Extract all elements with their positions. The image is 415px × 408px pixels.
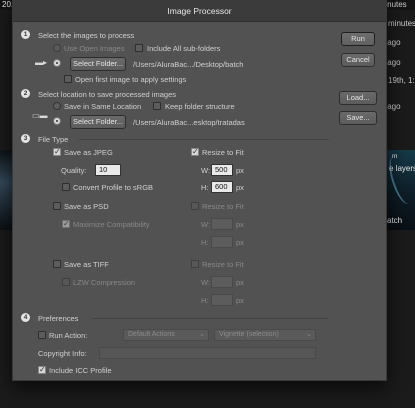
jpeg-width-unit: px bbox=[236, 166, 244, 175]
use-open-images-label: Use Open Images bbox=[64, 44, 125, 53]
convert-srgb-label: Convert Profile to sRGB bbox=[73, 183, 154, 192]
tiff-resize-checkbox[interactable] bbox=[191, 260, 199, 268]
jpeg-width-input[interactable]: 500 bbox=[211, 164, 233, 176]
psd-height-unit: px bbox=[236, 238, 244, 247]
maximize-compatibility-checkbox[interactable] bbox=[62, 219, 70, 228]
image-stack-icon: ▬▸ bbox=[35, 58, 48, 67]
action-name-value: Vignette (selection) bbox=[219, 331, 279, 338]
include-icc-profile-label: Include ICC Profile bbox=[49, 366, 112, 375]
action-set-value: Default Actions bbox=[128, 331, 175, 338]
open-first-image-label: Open first image to apply settings bbox=[75, 75, 187, 84]
background-text: rn bbox=[392, 154, 398, 160]
psd-resize-checkbox[interactable] bbox=[191, 202, 199, 210]
jpeg-resize-label: Resize to Fit bbox=[202, 148, 244, 157]
lzw-compression-checkbox[interactable] bbox=[62, 278, 70, 286]
quality-label: Quality: bbox=[61, 166, 87, 175]
save-as-jpeg-checkbox[interactable] bbox=[53, 147, 61, 156]
save-as-jpeg-label: Save as JPEG bbox=[64, 148, 113, 157]
lzw-compression-label: LZW Compression bbox=[73, 278, 136, 287]
destination-folder-path: /Users/AluraBac...esktop/tratadas bbox=[133, 118, 245, 127]
source-folder-radio[interactable] bbox=[53, 59, 61, 67]
run-action-checkbox[interactable] bbox=[38, 331, 46, 339]
step-number-4: 4 bbox=[21, 313, 30, 322]
action-set-select[interactable]: Default Actions ⌄ bbox=[123, 329, 209, 341]
chevron-down-icon: ⌄ bbox=[199, 331, 205, 338]
section2-title: Select location to save processed images bbox=[38, 90, 176, 99]
jpeg-resize-checkbox[interactable] bbox=[191, 147, 199, 156]
use-open-images-radio[interactable] bbox=[53, 44, 61, 52]
save-same-location-label: Save in Same Location bbox=[64, 102, 142, 111]
save-as-tiff-label: Save as TIFF bbox=[64, 260, 109, 269]
run-action-label: Run Action: bbox=[49, 331, 88, 340]
psd-height-input[interactable] bbox=[211, 236, 233, 248]
include-subfolders-checkbox[interactable] bbox=[135, 44, 143, 52]
source-select-folder-button[interactable]: Select Folder... bbox=[70, 57, 126, 71]
copyright-info-input[interactable] bbox=[99, 347, 316, 359]
jpeg-height-unit: px bbox=[236, 183, 244, 192]
include-subfolders-label: Include All sub-folders bbox=[147, 44, 221, 53]
psd-width-input[interactable] bbox=[211, 218, 233, 230]
image-processor-dialog: Image Processor Run Cancel Load... Save.… bbox=[12, 0, 387, 381]
background-text: minutes bbox=[388, 19, 415, 28]
tiff-resize-label: Resize to Fit bbox=[202, 260, 244, 269]
section-divider bbox=[79, 139, 329, 140]
cancel-button[interactable]: Cancel bbox=[341, 53, 375, 67]
jpeg-height-input[interactable]: 600 bbox=[211, 181, 233, 193]
open-first-image-checkbox[interactable] bbox=[64, 75, 72, 83]
save-same-location-radio[interactable] bbox=[53, 102, 61, 110]
maximize-compatibility-label: Maximize Compatibility bbox=[73, 220, 150, 229]
tiff-height-label: H: bbox=[201, 296, 209, 305]
keep-folder-structure-label: Keep folder structure bbox=[165, 102, 235, 111]
background-text: 19th, 1: bbox=[388, 76, 415, 85]
psd-width-label: W: bbox=[201, 220, 211, 229]
destination-folder-radio[interactable] bbox=[53, 117, 61, 125]
section1-title: Select the images to process bbox=[38, 31, 135, 40]
source-folder-path: /Users/AluraBac.../Desktop/batch bbox=[133, 60, 244, 69]
run-button[interactable]: Run bbox=[341, 32, 375, 46]
quality-input[interactable]: 10 bbox=[95, 164, 121, 176]
psd-height-label: H: bbox=[201, 238, 209, 247]
tiff-height-unit: px bbox=[236, 296, 244, 305]
destination-select-folder-button[interactable]: Select Folder... bbox=[70, 115, 126, 129]
save-as-psd-checkbox[interactable] bbox=[53, 202, 61, 210]
step-number-3: 3 bbox=[21, 134, 30, 143]
jpeg-height-label: H: bbox=[201, 183, 209, 192]
load-button[interactable]: Load... bbox=[339, 91, 377, 105]
section3-title: File Type bbox=[38, 135, 69, 144]
section4-title: Preferences bbox=[38, 314, 79, 323]
include-icc-profile-checkbox[interactable] bbox=[38, 365, 46, 374]
background-text: atch bbox=[387, 216, 403, 225]
convert-srgb-checkbox[interactable] bbox=[62, 183, 70, 191]
action-name-select[interactable]: Vignette (selection) ⌄ bbox=[214, 329, 316, 341]
save-as-psd-label: Save as PSD bbox=[64, 202, 109, 211]
folder-output-icon: ▭▬ bbox=[32, 111, 48, 120]
jpeg-width-label: W: bbox=[201, 166, 211, 175]
copyright-info-label: Copyright Info: bbox=[38, 349, 87, 358]
tiff-width-label: W: bbox=[201, 278, 211, 287]
save-button[interactable]: Save... bbox=[339, 111, 377, 125]
section-divider bbox=[91, 318, 329, 319]
background-text: e layers bbox=[389, 164, 415, 173]
psd-width-unit: px bbox=[236, 220, 244, 229]
dialog-title: Image Processor bbox=[13, 1, 386, 22]
tiff-width-input[interactable] bbox=[211, 276, 233, 288]
step-number-2: 2 bbox=[21, 89, 30, 98]
chevron-down-icon: ⌄ bbox=[306, 331, 312, 338]
tiff-height-input[interactable] bbox=[211, 294, 233, 306]
save-as-tiff-checkbox[interactable] bbox=[53, 260, 61, 268]
step-number-1: 1 bbox=[21, 30, 30, 39]
psd-resize-label: Resize to Fit bbox=[202, 202, 244, 211]
tiff-width-unit: px bbox=[236, 278, 244, 287]
keep-folder-structure-checkbox[interactable] bbox=[153, 102, 161, 110]
